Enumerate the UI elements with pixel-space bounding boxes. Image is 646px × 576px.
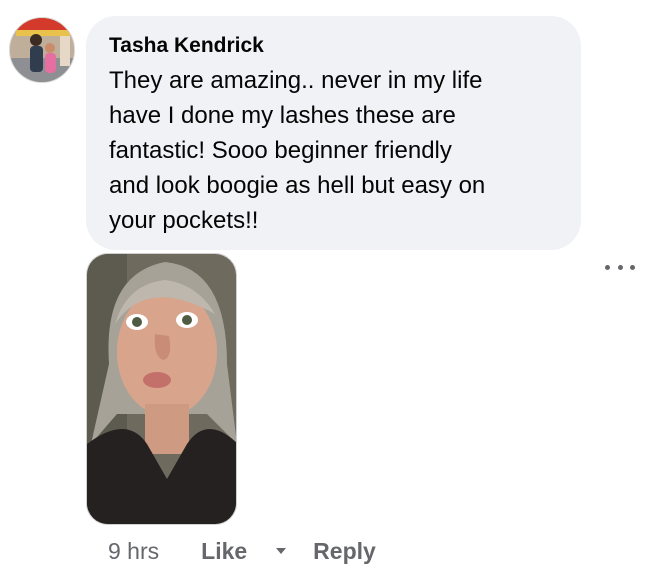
like-button[interactable]: Like: [201, 538, 247, 565]
avatar-photo: [10, 18, 74, 82]
chevron-down-icon[interactable]: [275, 547, 287, 555]
comment-timestamp[interactable]: 9 hrs: [108, 538, 159, 565]
comment-body-line: They are amazing.. never in my life: [109, 67, 483, 94]
more-horizontal-icon: [605, 264, 610, 270]
comment-photo[interactable]: [86, 253, 237, 525]
reply-button[interactable]: Reply: [313, 538, 376, 565]
selfie-image: [87, 254, 236, 524]
comment-author-name[interactable]: Tasha Kendrick: [109, 34, 264, 58]
author-avatar[interactable]: [9, 17, 75, 83]
comment-body-line: have I done my lashes these are: [109, 102, 456, 129]
more-horizontal-icon: [630, 264, 635, 270]
comment-actions: 9 hrs Like Reply: [108, 536, 376, 566]
comment-bubble: Tasha Kendrick They are amazing.. never …: [86, 16, 581, 250]
comment-body: They are amazing.. never in my life have…: [109, 63, 559, 238]
more-options-button[interactable]: [605, 260, 635, 274]
comment-body-line: fantastic! Sooo beginner friendly: [109, 137, 452, 164]
comment-body-line: your pockets!!: [109, 207, 259, 234]
comment-body-line: and look boogie as hell but easy on: [109, 172, 486, 199]
more-horizontal-icon: [617, 264, 623, 270]
